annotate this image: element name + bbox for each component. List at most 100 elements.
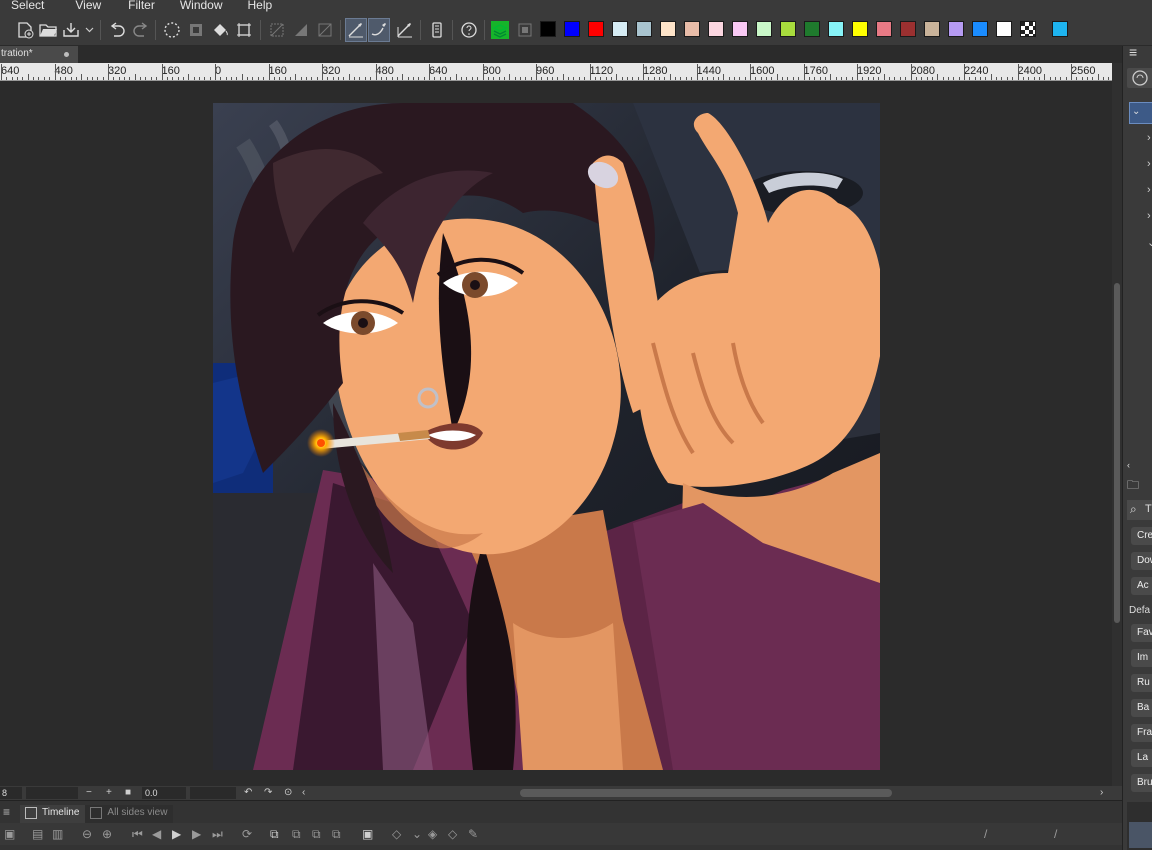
snap-grid-icon[interactable] xyxy=(394,18,416,42)
next-frame-icon[interactable]: ▶ xyxy=(192,827,201,841)
artwork-canvas[interactable] xyxy=(213,103,880,770)
zoom-slider[interactable] xyxy=(26,787,78,799)
close-icon[interactable] xyxy=(64,52,69,57)
menu-help[interactable]: Help xyxy=(234,0,284,11)
edit-timeline-icon[interactable]: ▤ xyxy=(32,827,43,841)
menu-select[interactable]: Select xyxy=(0,0,55,11)
material-button-create[interactable]: Cre xyxy=(1131,527,1152,545)
color-swatch[interactable] xyxy=(924,21,940,37)
new-file-icon[interactable] xyxy=(14,18,36,42)
chevron-right-icon[interactable]: › xyxy=(1147,158,1151,170)
frame-icon[interactable]: ▥ xyxy=(52,827,63,841)
redo-icon[interactable] xyxy=(130,18,152,42)
chevron-right-icon[interactable]: › xyxy=(1100,786,1103,800)
scrollbar-thumb[interactable] xyxy=(1114,283,1120,623)
undo-icon[interactable] xyxy=(106,18,128,42)
folder-icon[interactable]: 🗀 xyxy=(1127,476,1139,497)
open-folder-icon[interactable] xyxy=(37,18,59,42)
zoom-value[interactable]: 8 xyxy=(0,787,22,799)
color-swatch[interactable] xyxy=(972,21,988,37)
keyframe-icon[interactable]: ◇ xyxy=(392,827,401,841)
layer-panel-tab[interactable] xyxy=(1127,68,1152,88)
chevron-down-icon[interactable]: ⌄ xyxy=(1147,236,1152,249)
zoom-out-icon[interactable]: − xyxy=(86,786,92,800)
grid-toggle-icon[interactable] xyxy=(290,18,312,42)
rotate-right-icon[interactable]: ↷ xyxy=(264,786,272,800)
dock-menu-icon[interactable]: ≡ xyxy=(1129,46,1137,60)
color-swatch[interactable] xyxy=(732,21,748,37)
chevron-down-icon[interactable] xyxy=(82,18,96,42)
color-swatch[interactable] xyxy=(708,21,724,37)
hide-selection-icon[interactable] xyxy=(266,18,288,42)
clear-icon[interactable] xyxy=(161,18,183,42)
material-button-favorites[interactable]: Fav xyxy=(1131,624,1152,642)
material-button-account[interactable]: Ac xyxy=(1131,577,1152,595)
clear-outside-icon[interactable] xyxy=(185,18,207,42)
zoom-in-icon[interactable]: ⊕ xyxy=(102,827,112,841)
color-swatch[interactable] xyxy=(1020,21,1036,37)
color-swatch[interactable] xyxy=(756,21,772,37)
horizontal-scrollbar-thumb[interactable] xyxy=(520,789,892,797)
chevron-right-icon[interactable]: › xyxy=(1147,132,1151,144)
material-button-ruler[interactable]: Ru xyxy=(1131,674,1152,692)
tab-timeline[interactable]: Timeline xyxy=(20,805,86,823)
canvas-vertical-scrollbar[interactable] xyxy=(1112,63,1122,786)
rename-cel-icon[interactable]: ⧉ xyxy=(332,827,341,841)
color-swatch[interactable] xyxy=(612,21,628,37)
color-swatch[interactable] xyxy=(540,21,556,37)
keyframe-menu-icon[interactable]: ⌄ xyxy=(412,827,422,841)
material-button-layer[interactable]: La xyxy=(1131,749,1152,767)
color-swatch[interactable] xyxy=(828,21,844,37)
fit-icon[interactable]: ■ xyxy=(125,786,131,800)
panel-menu-icon[interactable]: ≡ xyxy=(3,805,10,819)
smartphone-icon[interactable] xyxy=(426,18,448,42)
menu-filter[interactable]: Filter xyxy=(112,0,166,11)
material-button-brush[interactable]: Bru xyxy=(1131,774,1152,792)
play-icon[interactable]: ▶ xyxy=(172,827,181,841)
chevron-right-icon[interactable]: › xyxy=(1147,184,1151,196)
chevron-right-icon[interactable]: › xyxy=(1147,210,1151,222)
color-swatch[interactable] xyxy=(564,21,580,37)
delete-cel-icon[interactable]: ⧉ xyxy=(312,827,321,841)
material-button-download[interactable]: Dow xyxy=(1131,552,1152,570)
selected-layer-row[interactable]: ⌄ xyxy=(1129,102,1152,124)
rotation-angle-value[interactable]: 0.0 xyxy=(142,787,186,799)
color-swatch[interactable] xyxy=(1052,21,1068,37)
tab-all-sides-view[interactable]: All sides view xyxy=(85,805,174,823)
color-swatch[interactable] xyxy=(996,21,1012,37)
pen-icon[interactable]: ✎ xyxy=(468,827,478,841)
menu-view[interactable]: View xyxy=(55,0,112,11)
material-button-frame[interactable]: Fra xyxy=(1131,724,1152,742)
ruler-toggle-icon[interactable] xyxy=(314,18,336,42)
color-swatch[interactable] xyxy=(588,21,604,37)
help-icon[interactable] xyxy=(458,18,480,42)
menu-window[interactable]: Window xyxy=(166,0,234,11)
color-swatch[interactable] xyxy=(900,21,916,37)
specify-cel-icon[interactable]: ⧉ xyxy=(292,827,301,841)
zoom-in-icon[interactable]: + xyxy=(106,786,112,800)
keyframe-add-icon[interactable]: ◈ xyxy=(428,827,437,841)
material-panel-tab[interactable]: ⌕ T xyxy=(1127,500,1152,520)
ref-layer-icon[interactable] xyxy=(514,18,536,42)
onion-skin-icon[interactable]: ▣ xyxy=(362,827,373,841)
snap-ruler-icon[interactable] xyxy=(345,18,367,42)
color-swatch[interactable] xyxy=(876,21,892,37)
rotation-slider[interactable] xyxy=(190,787,236,799)
chevron-left-icon[interactable]: ‹ xyxy=(302,786,305,800)
color-swatch[interactable] xyxy=(636,21,652,37)
rotate-left-icon[interactable]: ↶ xyxy=(244,786,252,800)
keyframe-delete-icon[interactable]: ◇ xyxy=(448,827,457,841)
loop-icon[interactable]: ⟳ xyxy=(242,827,252,841)
fill-icon[interactable] xyxy=(209,18,231,42)
reset-rotation-icon[interactable]: ⊙ xyxy=(284,786,292,800)
zoom-out-icon[interactable]: ⊖ xyxy=(82,827,92,841)
color-swatch[interactable] xyxy=(780,21,796,37)
canvas-area[interactable] xyxy=(0,81,1112,786)
last-frame-icon[interactable]: ⏭ xyxy=(212,827,223,841)
first-frame-icon[interactable]: ⏮ xyxy=(132,827,143,841)
layer-color-icon[interactable] xyxy=(489,18,511,42)
material-button-background[interactable]: Ba xyxy=(1131,699,1152,717)
color-swatch[interactable] xyxy=(660,21,676,37)
transform-icon[interactable] xyxy=(233,18,255,42)
new-animation-cel-icon[interactable]: ⧉ xyxy=(270,827,279,841)
